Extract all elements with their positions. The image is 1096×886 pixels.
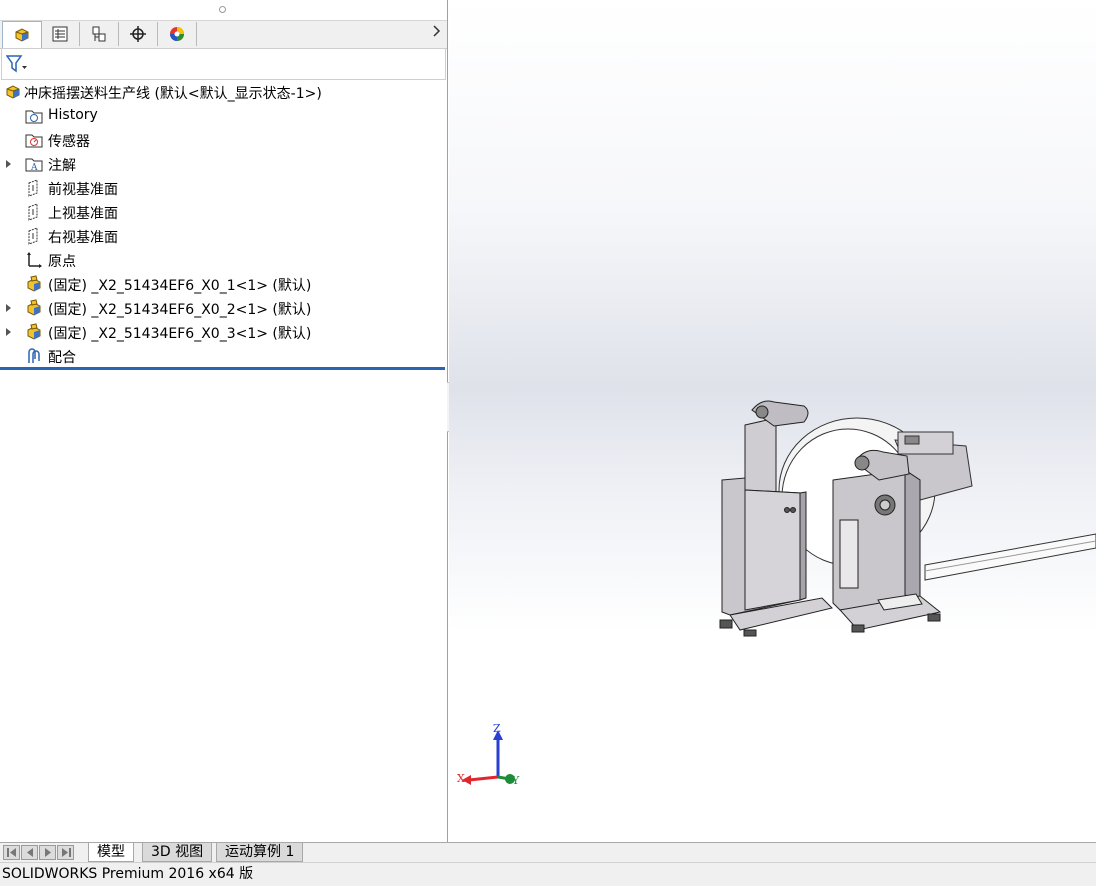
tree-item-label: 传感器 [48,134,90,150]
tab-configuration-manager[interactable] [80,22,119,46]
tree-item-top-plane[interactable]: 上视基准面 [0,200,447,224]
tab-feature-manager[interactable] [2,21,42,49]
history-folder-icon [25,107,43,125]
tree-item-label: (固定) _X2_51434EF6_X0_3<1> (默认) [48,326,312,342]
tree-item-component[interactable]: (固定) _X2_51434EF6_X0_3<1> (默认) [0,320,447,344]
axis-label-z: Z [493,722,501,735]
conveyor-rail [924,533,1096,581]
tree-item-component[interactable]: (固定) _X2_51434EF6_X0_1<1> (默认) [0,272,447,296]
assembly-icon [4,83,22,101]
status-text: SOLIDWORKS Premium 2016 x64 版 [2,866,254,882]
expand-arrow-icon[interactable] [6,160,11,168]
tab-model[interactable]: 模型 [88,843,134,862]
tree-item-label: (固定) _X2_51434EF6_X0_2<1> (默认) [48,302,312,318]
tree-item-label: (固定) _X2_51434EF6_X0_1<1> (默认) [48,278,312,294]
expand-arrow-icon[interactable] [6,328,11,336]
tree-item-label: 注解 [48,158,76,174]
panel-tab-bar [0,20,447,49]
tab-dimxpert-manager[interactable] [119,22,158,46]
tree-item-label: 原点 [48,254,76,270]
tree-item-right-plane[interactable]: 右视基准面 [0,224,447,248]
previous-tab-button[interactable] [21,845,38,860]
status-bar: SOLIDWORKS Premium 2016 x64 版 [0,862,1096,886]
axis-label-y: Y [512,774,520,787]
tree-item-mates[interactable]: 配合 [0,344,447,368]
svg-text:A: A [30,163,38,173]
tree-item-label: 前视基准面 [48,182,118,198]
tree-item-label: 配合 [48,350,76,366]
expand-arrow-icon[interactable] [6,304,11,312]
mates-icon [25,347,43,365]
tree-item-label: History [48,107,98,123]
panel-grip[interactable] [0,0,447,20]
subassembly-icon [25,323,43,341]
tree-item-front-plane[interactable]: 前视基准面 [0,176,447,200]
tree-item-annotations[interactable]: A 注解 [0,152,447,176]
tree-root-assembly[interactable]: 冲床摇摆送料生产线 (默认<默认_显示状态-1>) [0,80,447,104]
assembly-model[interactable] [449,0,1096,842]
property-manager-icon [52,26,68,42]
dimxpert-icon [130,26,146,42]
grip-handle-icon[interactable] [219,6,226,13]
tree-item-label: 右视基准面 [48,230,118,246]
tree-item-label: 冲床摇摆送料生产线 (默认<默认_显示状态-1>) [24,86,322,102]
tab-display-manager[interactable] [158,22,197,46]
plane-icon [25,227,43,245]
tab-3d-view[interactable]: 3D 视图 [142,843,213,862]
first-tab-button[interactable] [3,845,20,860]
axis-label-x: X [457,772,465,785]
sensor-folder-icon [25,131,43,149]
rollback-bar[interactable] [0,367,445,370]
feature-manager-panel: 冲床摇摆送料生产线 (默认<默认_显示状态-1>) History 传感器 A 注解前视… [0,0,448,842]
next-tab-button[interactable] [39,845,56,860]
origin-icon [25,251,43,269]
annotation-folder-icon: A [25,155,43,173]
tree-item-origin[interactable]: 原点 [0,248,447,272]
tab-property-manager[interactable] [41,22,80,46]
filter-icon[interactable] [6,55,28,73]
tree-filter-bar[interactable] [1,48,446,80]
tree-item-history[interactable]: History [0,104,447,128]
bottom-tab-bar: 模型 3D 视图 运动算例 1 [0,842,1096,863]
subassembly-icon [25,275,43,293]
graphics-area[interactable]: Z X Y [449,0,1096,842]
last-tab-button[interactable] [57,845,74,860]
plane-icon [25,179,43,197]
subassembly-icon [25,299,43,317]
tree-item-sensors[interactable]: 传感器 [0,128,447,152]
configuration-manager-icon [92,26,106,42]
tree-item-label: 上视基准面 [48,206,118,222]
tab-motion-study[interactable]: 运动算例 1 [216,843,304,862]
chevron-right-icon[interactable] [433,25,441,41]
tree-item-component[interactable]: (固定) _X2_51434EF6_X0_2<1> (默认) [0,296,447,320]
display-manager-icon [170,27,184,41]
plane-icon [25,203,43,221]
feature-manager-icon [15,28,29,42]
